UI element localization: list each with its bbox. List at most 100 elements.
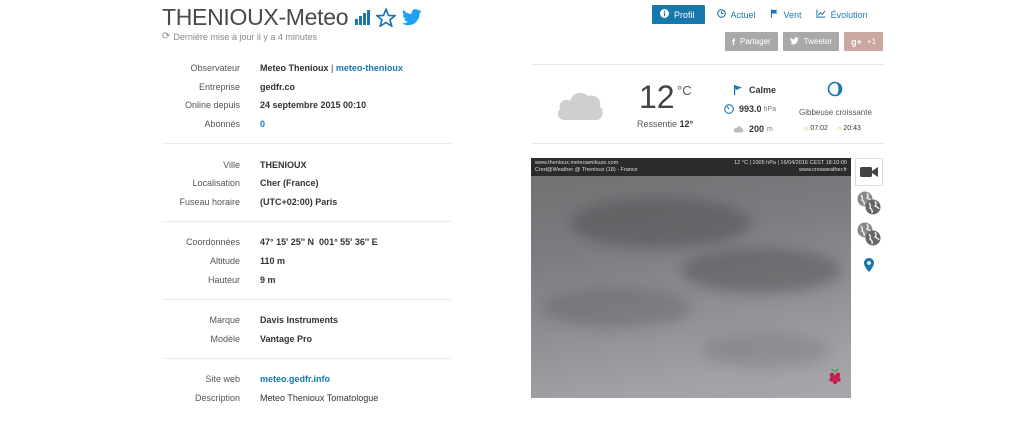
feels-like-value: 12° [679, 119, 694, 129]
tab-evolution-label: Évolution [830, 9, 868, 20]
share-bar: f Partager Tweeter g+ +1 [725, 32, 888, 51]
info-label: Altitude [209, 256, 240, 267]
webcam-caption-line: Cred@Weather @ Thenioux (18) - France [535, 167, 638, 173]
webcam-caption-line: www.creaweather.fr [799, 167, 847, 173]
wind-flag-icon [734, 85, 742, 95]
temperature-value: 12 [639, 79, 675, 115]
sky-texture [571, 198, 751, 248]
info-group-location: Ville THENIOUX Localisation Cher (France… [162, 154, 452, 223]
webcam-image[interactable]: www.thenioux.meteoamikuze.com Cred@Weath… [531, 158, 851, 398]
video-camera-icon [860, 166, 878, 178]
top-nav: Profil Actuel Vent Évolution [652, 5, 882, 24]
webcam-caption-left: www.thenioux.meteoamikuze.com Cred@Weath… [535, 160, 638, 174]
info-row-hauteur: Hauteur 9 m [162, 270, 452, 289]
pressure-value: 993.0 [739, 104, 762, 114]
sky-texture [541, 288, 691, 328]
facebook-share-button[interactable]: f Partager [725, 32, 778, 51]
globe-view-2[interactable] [855, 220, 883, 248]
subscribers-link[interactable]: 0 [260, 119, 265, 129]
info-label: Site web [205, 374, 240, 385]
facebook-share-label: Partager [740, 37, 771, 46]
current-weather-panel: 12 °C Ressentie 12° Calme 993.0 hPa 200 … [531, 64, 884, 144]
flag-icon [770, 9, 779, 20]
info-label: Abonnés [204, 119, 240, 130]
info-group-owner: Observateur Meteo Thenioux | meteo-theni… [162, 58, 452, 145]
feels-like: Ressentie 12° [637, 119, 693, 129]
temperature-unit: °C [677, 83, 692, 98]
clock-icon [716, 9, 726, 20]
info-value: gedfr.co [260, 81, 296, 92]
info-row-description: Description Meteo Thenioux Tomatologue [162, 389, 452, 408]
sunset-time: 20:43 [843, 125, 861, 132]
twitter-share-button[interactable]: Tweeter [782, 32, 840, 51]
info-label: Modèle [210, 333, 240, 344]
info-value: 110 m [260, 256, 286, 267]
sunset: ☼20:43 [836, 125, 865, 132]
globe-view-1[interactable] [855, 189, 883, 217]
station-info: Observateur Meteo Thenioux | meteo-theni… [162, 58, 452, 427]
website-link[interactable]: meteo.gedfr.info [260, 374, 330, 384]
twitter-small-icon [789, 36, 799, 47]
info-value: 24 septembre 2015 00:10 [260, 100, 367, 111]
info-group-equipment: Marque Davis Instruments Modèle Vantage … [162, 310, 452, 360]
refresh-icon: ⟳ [162, 31, 171, 42]
cloud-icon [555, 87, 605, 126]
gplus-share-button[interactable]: g+ +1 [844, 32, 884, 51]
raspberry-pi-icon [827, 367, 843, 390]
pressure-unit: hPa [763, 105, 776, 113]
feels-like-label: Ressentie [637, 119, 678, 129]
tab-profil-label: Profil [674, 9, 695, 20]
webcam-tab[interactable] [855, 158, 883, 186]
observer-link[interactable]: meteo-thenioux [336, 63, 403, 73]
tab-actuel[interactable]: Actuel [716, 5, 756, 24]
globe-icon [856, 221, 882, 247]
wind-status: Calme [734, 85, 776, 95]
observer-name: Meteo Thenioux [260, 63, 329, 74]
webcam-caption-line: 12 °C | 1005 hPa | 16/04/2016 CEST 18:10… [734, 160, 847, 166]
pressure: 993.0 hPa [724, 104, 776, 114]
station-title: THENIOUX-Meteo [162, 4, 349, 30]
info-value: Vantage Pro [260, 333, 313, 344]
map-tab[interactable] [855, 251, 883, 279]
sky-texture [681, 248, 841, 293]
info-label: Description [194, 393, 240, 404]
tab-profil[interactable]: Profil [652, 5, 705, 24]
info-value: (UTC+02:00) Paris [260, 196, 338, 207]
webcam-caption-line: www.thenioux.meteoamikuze.com [535, 160, 619, 166]
info-label: Coordonnées [185, 237, 240, 248]
info-value: THENIOUX [260, 159, 307, 170]
sun-times: ☼07:02 ☼20:43 [803, 125, 869, 132]
info-value: Davis Instruments [260, 315, 339, 326]
info-value: Cher (France) [260, 178, 319, 189]
page-header: THENIOUX-Meteo [162, 4, 422, 31]
info-row-entreprise: Entreprise gedfr.co [162, 78, 452, 97]
separator: | [331, 63, 334, 74]
globe-icon [856, 190, 882, 216]
map-pin-icon [864, 258, 874, 272]
info-label: Localisation [192, 178, 240, 189]
twitter-icon[interactable] [402, 9, 422, 26]
sunrise-icon: ☼ [803, 125, 810, 132]
cloud-height-unit: m [767, 125, 773, 133]
sunrise: ☼07:02 [803, 125, 832, 132]
bar-chart-icon[interactable] [354, 9, 371, 26]
info-value: 47° 15' 25'' N 001° 55' 36'' E [260, 237, 378, 248]
info-group-web: Site web meteo.gedfr.info Description Me… [162, 369, 452, 417]
facebook-icon: f [732, 36, 735, 47]
info-row-marque: Marque Davis Instruments [162, 311, 452, 330]
info-row-coordonnees: Coordonnées 47° 15' 25'' N 001° 55' 36''… [162, 233, 452, 252]
twitter-share-label: Tweeter [803, 37, 833, 46]
star-icon[interactable] [376, 8, 397, 27]
last-update-text: Dernière mise à jour il y a 4 minutes [173, 31, 317, 42]
info-label: Marque [209, 315, 240, 326]
gplus-icon: g+ [851, 36, 862, 47]
sunrise-time: 07:02 [810, 125, 828, 132]
info-row-altitude: Altitude 110 m [162, 252, 452, 271]
info-row-site: Site web meteo.gedfr.info [162, 370, 452, 389]
tab-evolution[interactable]: Évolution [816, 5, 868, 24]
info-row-ville: Ville THENIOUX [162, 155, 452, 174]
tab-vent[interactable]: Vent [770, 5, 802, 24]
media-sidebar [855, 158, 883, 282]
info-row-fuseau: Fuseau horaire (UTC+02:00) Paris [162, 193, 452, 212]
info-group-position: Coordonnées 47° 15' 25'' N 001° 55' 36''… [162, 232, 452, 300]
